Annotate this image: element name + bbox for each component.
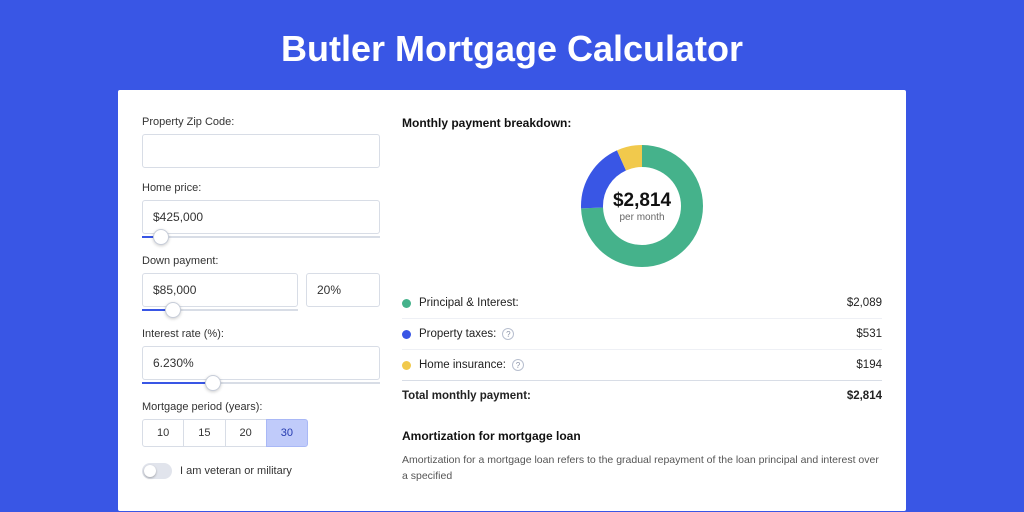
legend-label-text: Principal & Interest: xyxy=(419,297,519,309)
slider-thumb[interactable] xyxy=(165,302,181,318)
down-payment-input[interactable] xyxy=(142,273,298,307)
interest-rate-label: Interest rate (%): xyxy=(142,328,380,340)
amortization-section: Amortization for mortgage loan Amortizat… xyxy=(402,429,882,485)
legend-dot xyxy=(402,330,411,339)
mortgage-period-segmented: 10152030 xyxy=(142,419,380,447)
calculator-card: Property Zip Code: Home price: Down paym… xyxy=(118,90,906,511)
legend-amount: $194 xyxy=(856,359,882,371)
mortgage-period-field: Mortgage period (years): 10152030 xyxy=(142,401,380,447)
zip-input[interactable] xyxy=(142,134,380,168)
donut-center-value: $2,814 xyxy=(613,190,671,212)
help-icon[interactable]: ? xyxy=(502,328,514,340)
legend-row: Principal & Interest: $2,089 xyxy=(402,288,882,318)
breakdown-legend: Principal & Interest: $2,089 Property taxe… xyxy=(402,288,882,411)
slider-thumb[interactable] xyxy=(153,229,169,245)
legend-amount: $2,089 xyxy=(847,297,882,309)
down-payment-pct-input[interactable] xyxy=(306,273,380,307)
legend-row: Home insurance:? $194 xyxy=(402,349,882,380)
legend-row: Property taxes:? $531 xyxy=(402,318,882,349)
period-option-15[interactable]: 15 xyxy=(183,419,225,447)
donut-center-sub: per month xyxy=(619,212,664,223)
veteran-toggle-row: I am veteran or military xyxy=(142,463,380,479)
legend-total-row: Total monthly payment: $2,814 xyxy=(402,380,882,411)
amortization-title: Amortization for mortgage loan xyxy=(402,429,882,443)
veteran-toggle[interactable] xyxy=(142,463,172,479)
form-column: Property Zip Code: Home price: Down paym… xyxy=(142,116,380,485)
down-payment-field: Down payment: xyxy=(142,255,380,314)
period-option-20[interactable]: 20 xyxy=(225,419,267,447)
results-column: Monthly payment breakdown: $2,814 per mo… xyxy=(402,116,882,485)
interest-rate-slider[interactable] xyxy=(142,379,380,387)
period-option-10[interactable]: 10 xyxy=(142,419,184,447)
down-payment-slider[interactable] xyxy=(142,306,298,314)
page-title: Butler Mortgage Calculator xyxy=(0,0,1024,90)
period-option-30[interactable]: 30 xyxy=(266,419,308,447)
interest-rate-field: Interest rate (%): xyxy=(142,328,380,387)
zip-field: Property Zip Code: xyxy=(142,116,380,168)
zip-label: Property Zip Code: xyxy=(142,116,380,128)
help-icon[interactable]: ? xyxy=(512,359,524,371)
legend-label-text: Property taxes: xyxy=(419,328,496,340)
breakdown-title: Monthly payment breakdown: xyxy=(402,116,882,130)
legend-dot xyxy=(402,361,411,370)
legend-label-text: Home insurance: xyxy=(419,359,506,371)
legend-amount: $531 xyxy=(856,328,882,340)
mortgage-period-label: Mortgage period (years): xyxy=(142,401,380,413)
home-price-slider[interactable] xyxy=(142,233,380,241)
legend-total-amount: $2,814 xyxy=(847,390,882,402)
legend-total-label: Total monthly payment: xyxy=(402,390,531,402)
donut-chart: $2,814 per month xyxy=(402,142,882,270)
home-price-input[interactable] xyxy=(142,200,380,234)
veteran-toggle-label: I am veteran or military xyxy=(180,465,292,477)
amortization-text: Amortization for a mortgage loan refers … xyxy=(402,453,882,485)
legend-dot xyxy=(402,299,411,308)
slider-thumb[interactable] xyxy=(205,375,221,391)
interest-rate-input[interactable] xyxy=(142,346,380,380)
home-price-field: Home price: xyxy=(142,182,380,241)
home-price-label: Home price: xyxy=(142,182,380,194)
down-payment-label: Down payment: xyxy=(142,255,380,267)
